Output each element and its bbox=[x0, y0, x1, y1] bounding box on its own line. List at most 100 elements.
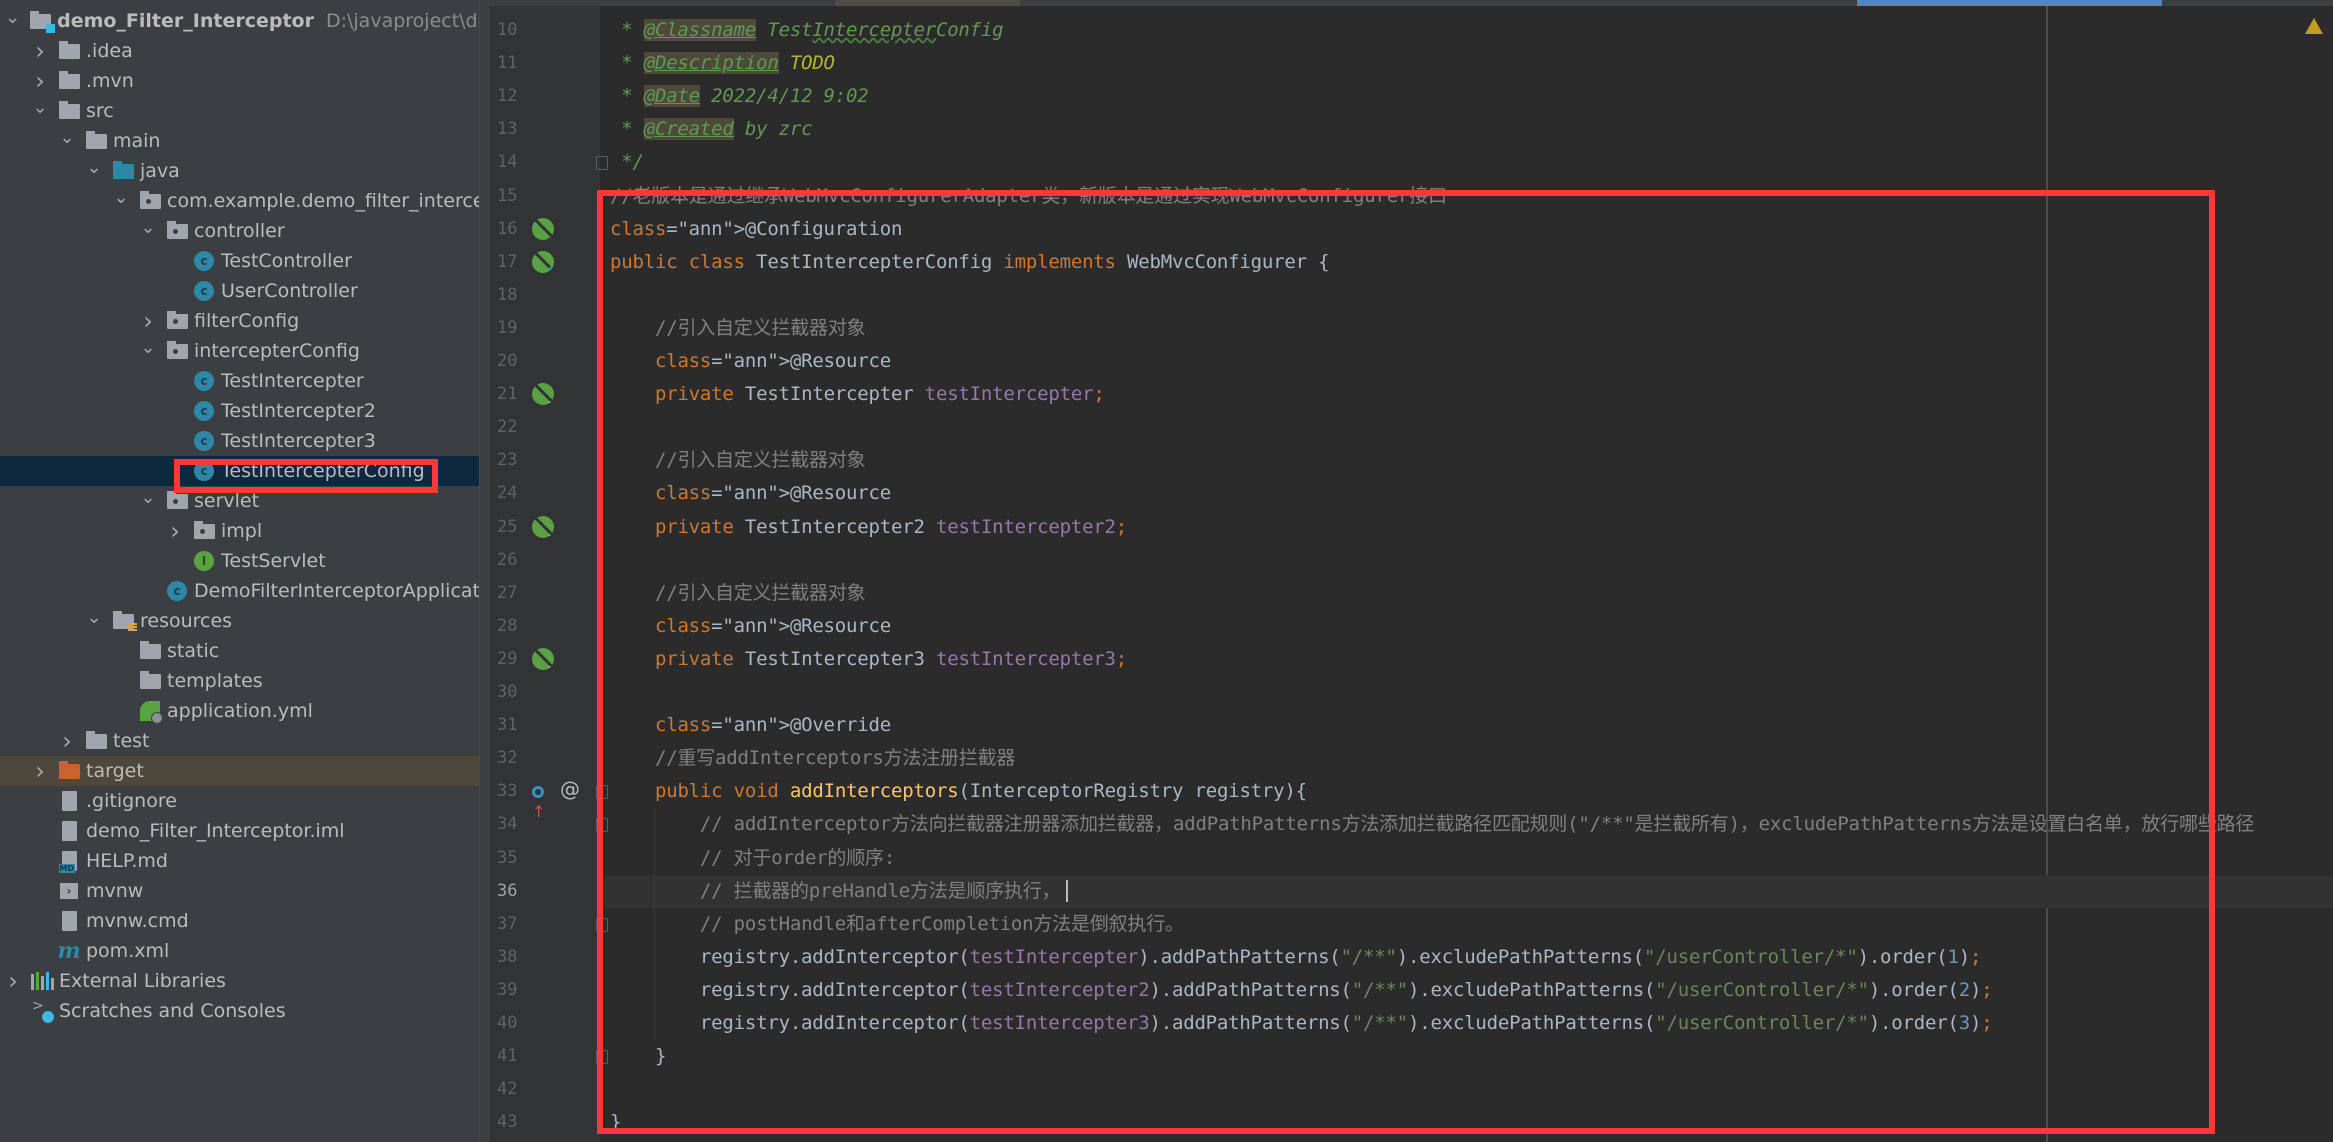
code-line[interactable]: class="ann">@Configuration bbox=[610, 213, 902, 246]
fold-marker-icon[interactable] bbox=[596, 818, 608, 833]
chevron-right-icon[interactable]: › bbox=[32, 36, 48, 66]
tree-item[interactable]: › .idea bbox=[0, 36, 490, 66]
line-number[interactable]: 19 bbox=[497, 312, 537, 345]
code-line[interactable]: } bbox=[610, 1040, 666, 1073]
line-number[interactable]: 36 bbox=[497, 875, 537, 908]
line-number[interactable]: 42 bbox=[497, 1073, 537, 1106]
tree-item[interactable]: › External Libraries bbox=[0, 966, 490, 996]
chevron-down-icon[interactable]: ⌄ bbox=[59, 122, 75, 152]
code-line[interactable]: //引入自定义拦截器对象 bbox=[610, 577, 866, 610]
implements-method-icon[interactable]: ↑ bbox=[532, 780, 554, 821]
code-line[interactable]: // addInterceptor方法向拦截器注册器添加拦截器，addPathP… bbox=[610, 808, 2254, 841]
chevron-down-icon[interactable]: ⌄ bbox=[5, 2, 20, 32]
chevron-right-icon[interactable]: › bbox=[5, 966, 21, 996]
line-number[interactable]: 28 bbox=[497, 610, 537, 643]
code-line[interactable]: // postHandle和afterCompletion方法是倒叙执行。 bbox=[610, 908, 1184, 941]
tree-item-project-root[interactable]: ⌄ demo_Filter_Interceptor D:\javaproject\d… bbox=[0, 6, 490, 36]
tree-item[interactable]: c TestController bbox=[0, 246, 490, 276]
line-number[interactable]: 37 bbox=[497, 908, 537, 941]
line-number[interactable]: 21 bbox=[497, 378, 537, 411]
tree-item[interactable]: c TestIntercepterConfig bbox=[0, 456, 490, 486]
code-line[interactable]: * @Created by zrc bbox=[610, 113, 813, 146]
line-number[interactable]: 41 bbox=[497, 1040, 537, 1073]
tree-item[interactable]: c DemoFilterInterceptorApplication bbox=[0, 576, 490, 606]
tree-item[interactable]: ⌄ java bbox=[0, 156, 490, 186]
code-line[interactable]: * @Description TODO bbox=[610, 47, 835, 80]
code-line[interactable]: * @Classname TestIntercepterConfig bbox=[610, 14, 1004, 47]
tree-item[interactable]: I TestServlet bbox=[0, 546, 490, 576]
code-line[interactable]: //引入自定义拦截器对象 bbox=[610, 444, 866, 477]
tree-item[interactable]: › mvnw bbox=[0, 876, 490, 906]
code-line[interactable]: class="ann">@Resource bbox=[610, 610, 891, 643]
tree-item[interactable]: ⌄ com.example.demo_filter_interceptor bbox=[0, 186, 490, 216]
line-number[interactable]: 23 bbox=[497, 444, 537, 477]
line-number[interactable]: 35 bbox=[497, 842, 537, 875]
code-line[interactable]: class="ann">@Override bbox=[610, 709, 891, 742]
code-line[interactable]: registry.addInterceptor(testIntercepter2… bbox=[610, 974, 1993, 1007]
line-number[interactable]: 20 bbox=[497, 345, 537, 378]
chevron-down-icon[interactable]: ⌄ bbox=[140, 482, 156, 512]
line-number[interactable]: 31 bbox=[497, 709, 537, 742]
chevron-down-icon[interactable]: ⌄ bbox=[86, 602, 102, 632]
tree-item[interactable]: c TestIntercepter bbox=[0, 366, 490, 396]
code-line[interactable]: * @Date 2022/4/12 9:02 bbox=[610, 80, 869, 113]
line-number[interactable]: 16 bbox=[497, 213, 537, 246]
code-line[interactable]: //引入自定义拦截器对象 bbox=[610, 312, 866, 345]
line-number[interactable]: 30 bbox=[497, 676, 537, 709]
tree-item[interactable]: static bbox=[0, 636, 490, 666]
tree-item[interactable]: application.yml bbox=[0, 696, 490, 726]
chevron-right-icon[interactable]: › bbox=[59, 726, 75, 756]
code-line[interactable]: //重写addInterceptors方法注册拦截器 bbox=[610, 742, 1015, 775]
line-number[interactable]: 22 bbox=[497, 411, 537, 444]
line-number[interactable]: 33 bbox=[497, 775, 537, 808]
chevron-down-icon[interactable]: ⌄ bbox=[86, 152, 102, 182]
tree-item[interactable]: › impl bbox=[0, 516, 490, 546]
spring-autowired-icon[interactable]: ➜ bbox=[532, 515, 554, 538]
tree-item[interactable]: ⌄ intercepterConfig bbox=[0, 336, 490, 366]
code-line[interactable]: } bbox=[610, 1106, 621, 1139]
tree-item[interactable]: Scratches and Consoles bbox=[0, 996, 490, 1026]
tree-item[interactable]: mvnw.cmd bbox=[0, 906, 490, 936]
tree-item[interactable]: › test bbox=[0, 726, 490, 756]
line-number[interactable]: 13 bbox=[497, 113, 537, 146]
code-line[interactable]: */ bbox=[610, 146, 644, 179]
fold-marker-icon[interactable] bbox=[596, 917, 608, 932]
line-number[interactable]: 27 bbox=[497, 577, 537, 610]
line-number[interactable]: 32 bbox=[497, 742, 537, 775]
tree-item[interactable]: templates bbox=[0, 666, 490, 696]
chevron-right-icon[interactable]: › bbox=[32, 756, 48, 786]
fold-marker-icon[interactable] bbox=[596, 1050, 608, 1065]
line-number[interactable]: 40 bbox=[497, 1007, 537, 1040]
code-line[interactable]: registry.addInterceptor(testIntercepter)… bbox=[610, 941, 1982, 974]
tree-item[interactable]: › filterConfig bbox=[0, 306, 490, 336]
tree-item[interactable]: ⌄ main bbox=[0, 126, 490, 156]
tree-item[interactable]: › .mvn bbox=[0, 66, 490, 96]
code-line[interactable]: private TestIntercepter3 testIntercepter… bbox=[610, 643, 1127, 676]
code-line[interactable]: class="ann">@Resource bbox=[610, 345, 891, 378]
code-line[interactable]: // 拦截器的preHandle方法是顺序执行， bbox=[610, 875, 1069, 908]
code-line[interactable]: //老版本是通过继承WebMvcConfigurerAdapter类，新版本是通… bbox=[610, 180, 1447, 213]
code-line[interactable]: public class TestIntercepterConfig imple… bbox=[610, 246, 1330, 279]
tree-item[interactable]: ⌄ resources bbox=[0, 606, 490, 636]
tree-item[interactable]: › target bbox=[0, 756, 490, 786]
code-line[interactable]: private TestIntercepter2 testIntercepter… bbox=[610, 511, 1127, 544]
sidebar-scrollbar[interactable] bbox=[479, 0, 490, 1142]
line-number[interactable]: 26 bbox=[497, 544, 537, 577]
line-number[interactable]: 17 bbox=[497, 246, 537, 279]
tree-item[interactable]: MD HELP.md bbox=[0, 846, 490, 876]
chevron-right-icon[interactable]: › bbox=[167, 516, 183, 546]
fold-marker-icon[interactable] bbox=[596, 156, 608, 171]
code-line[interactable]: registry.addInterceptor(testIntercepter3… bbox=[610, 1007, 1993, 1040]
line-number[interactable]: 18 bbox=[497, 279, 537, 312]
tree-item[interactable]: c TestIntercepter3 bbox=[0, 426, 490, 456]
line-number[interactable]: 11 bbox=[497, 47, 537, 80]
tree-item[interactable]: c UserController bbox=[0, 276, 490, 306]
line-number[interactable]: 25 bbox=[497, 511, 537, 544]
tree-item[interactable]: .gitignore bbox=[0, 786, 490, 816]
fold-marker-icon[interactable] bbox=[596, 785, 608, 800]
tree-item[interactable]: m pom.xml bbox=[0, 936, 490, 966]
code-line[interactable]: public void addInterceptors(InterceptorR… bbox=[610, 775, 1307, 808]
chevron-down-icon[interactable]: ⌄ bbox=[32, 92, 48, 122]
code-line[interactable]: // 对于order的顺序: bbox=[610, 842, 895, 875]
chevron-down-icon[interactable]: ⌄ bbox=[140, 212, 156, 242]
